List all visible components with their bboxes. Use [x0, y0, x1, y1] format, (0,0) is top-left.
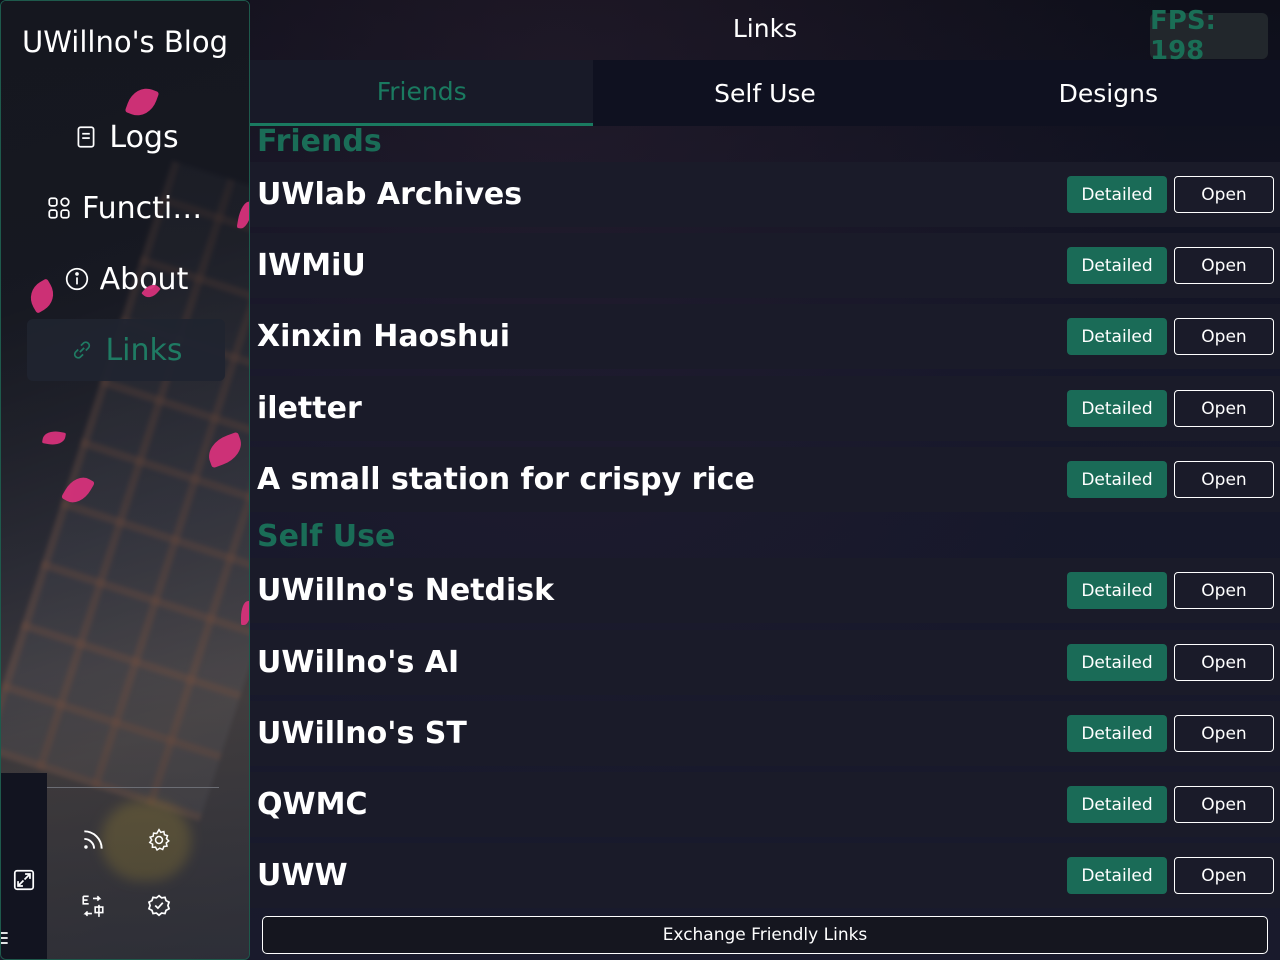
tab-designs[interactable]: Designs	[936, 60, 1280, 126]
link-row: IWMiU Detailed Open	[250, 233, 1280, 298]
detailed-button[interactable]: Detailed	[1067, 461, 1167, 498]
info-icon	[65, 267, 88, 291]
detailed-button[interactable]: Detailed	[1067, 176, 1167, 213]
app-root: UWillno's Blog Logs Functions About Link…	[0, 0, 1280, 960]
gear-icon[interactable]	[144, 825, 174, 855]
open-button[interactable]: Open	[1174, 247, 1274, 284]
nav-item-links[interactable]: Links	[27, 319, 225, 381]
open-button[interactable]: Open	[1174, 715, 1274, 752]
document-icon	[77, 126, 95, 148]
main-content: Links FPS: 198 Friends Self Use Designs …	[250, 0, 1280, 960]
link-name: UWillno's Netdisk	[257, 573, 555, 608]
nav-label-logs: Logs	[109, 119, 179, 155]
link-row: UWillno's Netdisk Detailed Open	[250, 558, 1280, 623]
nav-item-functions[interactable]: Functions	[27, 177, 225, 239]
sidebar-divider	[47, 787, 219, 788]
link-row: UWillno's AI Detailed Open	[250, 630, 1280, 695]
nav-item-logs[interactable]: Logs	[27, 106, 225, 168]
link-name: UWW	[257, 858, 348, 893]
open-button[interactable]: Open	[1174, 176, 1274, 213]
tab-self-use[interactable]: Self Use	[593, 60, 937, 126]
link-row: iletter Detailed Open	[250, 376, 1280, 441]
settings-badge-icon[interactable]	[144, 891, 174, 921]
detailed-button[interactable]: Detailed	[1067, 247, 1167, 284]
link-row: A small station for crispy rice Detailed…	[250, 447, 1280, 512]
link-name: Xinxin Haoshui	[257, 319, 511, 354]
fps-counter: FPS: 198	[1150, 6, 1268, 66]
open-button[interactable]: Open	[1174, 786, 1274, 823]
detailed-button[interactable]: Detailed	[1067, 786, 1167, 823]
nav-item-about[interactable]: About	[27, 248, 225, 310]
rss-icon[interactable]	[78, 825, 108, 855]
open-button[interactable]: Open	[1174, 390, 1274, 427]
detailed-button[interactable]: Detailed	[1067, 644, 1167, 681]
nav-label-functions: Functions	[82, 190, 206, 226]
link-row: UWlab Archives Detailed Open	[250, 162, 1280, 227]
open-button[interactable]: Open	[1174, 318, 1274, 355]
link-name: UWillno's ST	[257, 716, 467, 751]
link-row: Xinxin Haoshui Detailed Open	[250, 304, 1280, 369]
open-button[interactable]: Open	[1174, 572, 1274, 609]
tab-friends[interactable]: Friends	[250, 60, 594, 126]
page-title: Links	[732, 14, 798, 43]
section-heading-friends: Friends	[257, 124, 382, 159]
link-row: QWMC Detailed Open	[250, 772, 1280, 837]
link-name: UWillno's AI	[257, 645, 460, 680]
nav-label-links: Links	[105, 332, 183, 368]
blog-title[interactable]: UWillno's Blog	[1, 25, 249, 59]
detailed-button[interactable]: Detailed	[1067, 857, 1167, 894]
sidebar-bottom-panel	[1, 773, 249, 959]
link-row: UWW Detailed Open	[250, 843, 1280, 908]
section-heading-self-use: Self Use	[257, 519, 396, 554]
open-button[interactable]: Open	[1174, 857, 1274, 894]
link-name: A small station for crispy rice	[257, 462, 755, 497]
detailed-button[interactable]: Detailed	[1067, 390, 1167, 427]
detailed-button[interactable]: Detailed	[1067, 715, 1167, 752]
exchange-friendly-links-button[interactable]: Exchange Friendly Links	[262, 916, 1268, 954]
link-name: QWMC	[257, 787, 368, 822]
expand-icon[interactable]	[9, 865, 39, 895]
tab-bar: Friends Self Use Designs	[250, 60, 1280, 126]
menu-icon[interactable]	[1, 923, 11, 953]
open-button[interactable]: Open	[1174, 644, 1274, 681]
link-name: IWMiU	[257, 248, 366, 283]
link-name: iletter	[257, 391, 362, 426]
grid-icon	[48, 197, 70, 219]
language-switch-icon[interactable]	[78, 891, 108, 921]
link-icon	[74, 341, 91, 359]
open-button[interactable]: Open	[1174, 461, 1274, 498]
link-row: UWillno's ST Detailed Open	[250, 701, 1280, 766]
detailed-button[interactable]: Detailed	[1067, 318, 1167, 355]
link-name: UWlab Archives	[257, 177, 523, 212]
sidebar: UWillno's Blog Logs Functions About Link…	[0, 0, 250, 960]
detailed-button[interactable]: Detailed	[1067, 572, 1167, 609]
